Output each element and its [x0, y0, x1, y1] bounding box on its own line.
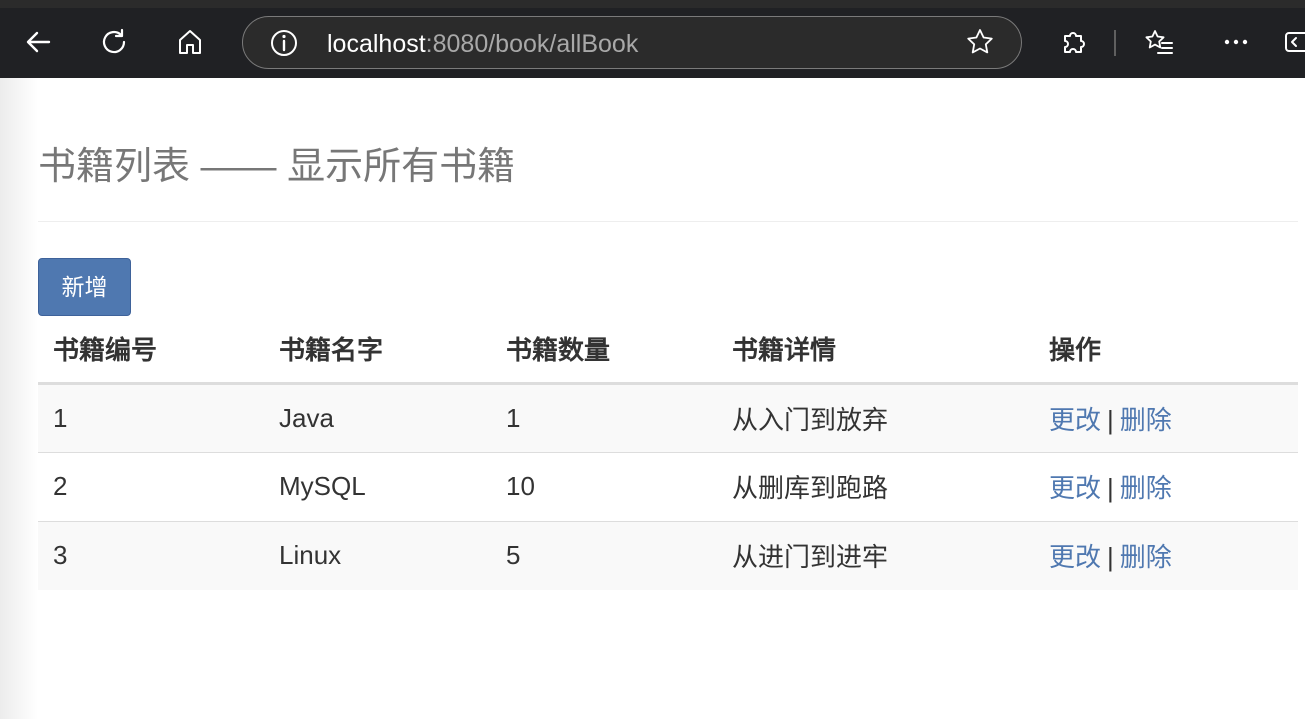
url-text[interactable]: localhost:8080/book/allBook — [327, 29, 638, 59]
home-button[interactable] — [168, 20, 212, 64]
book-name: Linux — [264, 520, 491, 590]
table-row: 1 Java 1 从入门到放弃 更改 | 删除 — [38, 383, 1298, 452]
address-bar[interactable]: localhost:8080/book/allBook — [242, 16, 1022, 69]
book-count: 1 — [491, 383, 717, 452]
table-row: 2 MySQL 10 从删库到跑路 更改 | 删除 — [38, 451, 1298, 521]
action-separator: | — [1107, 404, 1114, 435]
book-count: 10 — [491, 451, 717, 521]
book-actions: 更改 | 删除 — [1034, 383, 1298, 452]
header-book-detail: 书籍详情 — [717, 316, 1034, 385]
edit-link[interactable]: 更改 — [1049, 405, 1101, 435]
header-book-name: 书籍名字 — [264, 316, 491, 385]
favorite-star-icon[interactable] — [965, 27, 995, 57]
site-info-icon[interactable] — [269, 28, 299, 58]
extensions-button[interactable] — [1051, 20, 1095, 64]
toolbar-divider — [1114, 30, 1116, 56]
sidebar-toggle-button[interactable] — [1282, 20, 1305, 64]
more-dots-icon — [1224, 39, 1248, 45]
book-actions: 更改 | 删除 — [1034, 451, 1298, 521]
book-id: 1 — [38, 383, 264, 452]
book-detail: 从删库到跑路 — [717, 451, 1034, 521]
page-title: 书籍列表 —— 显示所有书籍 — [38, 146, 516, 188]
book-detail: 从进门到进牢 — [717, 520, 1034, 590]
header-book-id: 书籍编号 — [38, 316, 264, 385]
page-left-shadow — [0, 78, 38, 719]
delete-link[interactable]: 删除 — [1120, 405, 1172, 435]
book-id: 3 — [38, 520, 264, 590]
url-path: :8080/book/allBook — [425, 30, 639, 58]
back-button[interactable] — [16, 20, 60, 64]
add-book-button[interactable]: 新增 — [38, 258, 131, 316]
delete-link[interactable]: 删除 — [1120, 473, 1172, 503]
book-detail: 从入门到放弃 — [717, 383, 1034, 452]
book-id: 2 — [38, 451, 264, 521]
book-count: 5 — [491, 520, 717, 590]
browser-toolbar: localhost:8080/book/allBook — [0, 0, 1305, 78]
puzzle-piece-icon — [1064, 32, 1085, 53]
favorites-button[interactable] — [1137, 20, 1181, 64]
favorites-list-icon — [1145, 30, 1173, 54]
action-separator: | — [1107, 542, 1114, 573]
book-name: Java — [264, 383, 491, 452]
refresh-icon — [102, 28, 126, 54]
edit-link[interactable]: 更改 — [1049, 473, 1101, 503]
book-table: 书籍编号 书籍名字 书籍数量 书籍详情 操作 1 Java 1 从入门到放弃 更… — [38, 316, 1298, 590]
refresh-button[interactable] — [92, 20, 136, 64]
home-icon — [179, 30, 201, 54]
title-divider — [38, 221, 1298, 222]
tab-strip — [0, 0, 1305, 8]
book-name: MySQL — [264, 451, 491, 521]
edit-link[interactable]: 更改 — [1049, 542, 1101, 572]
more-menu-button[interactable] — [1214, 20, 1258, 64]
header-actions: 操作 — [1034, 316, 1298, 385]
delete-link[interactable]: 删除 — [1120, 542, 1172, 572]
book-actions: 更改 | 删除 — [1034, 520, 1298, 590]
back-arrow-icon — [26, 31, 51, 53]
url-host: localhost — [327, 30, 426, 58]
table-row: 3 Linux 5 从进门到进牢 更改 | 删除 — [38, 520, 1298, 590]
header-book-count: 书籍数量 — [491, 316, 717, 385]
action-separator: | — [1107, 473, 1114, 503]
table-header-row: 书籍编号 书籍名字 书籍数量 书籍详情 操作 — [38, 316, 1298, 385]
sidebar-icon — [1285, 32, 1305, 52]
